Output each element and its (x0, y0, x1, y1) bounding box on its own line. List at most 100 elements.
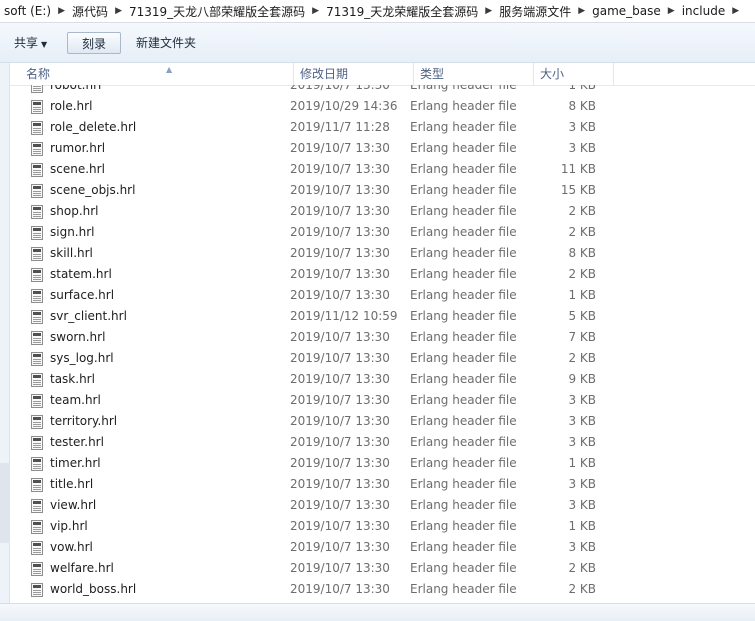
file-type: Erlang header file (410, 246, 517, 260)
breadcrumb-item[interactable]: 服务端源文件 (495, 3, 575, 20)
column-header-date[interactable]: 修改日期 (294, 63, 414, 85)
file-row[interactable]: rumor.hrl 2019/10/7 13:30 Erlang header fi… (10, 138, 755, 159)
file-row[interactable]: robot.hrl 2019/10/7 13:30 Erlang header fi… (10, 85, 755, 96)
file-type: Erlang header file (410, 204, 517, 218)
file-size: 3 KB (568, 540, 596, 554)
column-date-label: 修改日期 (300, 67, 349, 81)
breadcrumb-separator-icon[interactable]: ▶ (55, 6, 68, 16)
breadcrumb-item[interactable]: 71319_天龙八部荣耀版全套源码 (125, 3, 309, 20)
address-bar[interactable]: soft (E:) ▶ 源代码 ▶ 71319_天龙八部荣耀版全套源码 ▶ 71319_天龙… (0, 0, 755, 23)
breadcrumb-separator-icon[interactable]: ▶ (112, 6, 125, 16)
file-type: Erlang header file (410, 372, 517, 386)
file-row[interactable]: sys_log.hrl 2019/10/7 13:30 Erlang header … (10, 348, 755, 369)
file-row[interactable]: welfare.hrl 2019/10/7 13:30 Erlang header … (10, 558, 755, 579)
column-type-label: 类型 (420, 67, 445, 81)
share-button[interactable]: 共享 ▼ (8, 32, 53, 54)
text-file-icon (31, 85, 43, 93)
file-size: 8 KB (568, 246, 596, 260)
breadcrumb-separator-icon[interactable]: ▶ (575, 6, 588, 16)
file-row[interactable]: scene.hrl 2019/10/7 13:30 Erlang header fi… (10, 159, 755, 180)
file-size: 8 KB (568, 99, 596, 113)
file-date: 2019/10/7 13:30 (290, 351, 390, 365)
file-row[interactable]: team.hrl 2019/10/7 13:30 Erlang header fil… (10, 390, 755, 411)
breadcrumb-item[interactable]: 71319_天龙荣耀版全套源码 (322, 3, 482, 20)
file-row[interactable]: svr_client.hrl 2019/11/12 10:59 Erlang hea… (10, 306, 755, 327)
file-row[interactable]: vow.hrl 2019/10/7 13:30 Erlang header file… (10, 537, 755, 558)
file-row[interactable]: territory.hrl 2019/10/7 13:30 Erlang heade… (10, 411, 755, 432)
file-size: 15 KB (560, 183, 596, 197)
file-type: Erlang header file (410, 85, 517, 92)
breadcrumb-separator-icon[interactable]: ▶ (482, 6, 495, 16)
navigation-pane-edge (0, 63, 10, 603)
file-size: 2 KB (568, 351, 596, 365)
file-name: scene.hrl (50, 162, 105, 176)
file-type: Erlang header file (410, 582, 517, 596)
share-label: 共享 (14, 36, 39, 50)
text-file-icon (31, 142, 43, 156)
file-row[interactable]: statem.hrl 2019/10/7 13:30 Erlang header f… (10, 264, 755, 285)
text-file-icon (31, 100, 43, 114)
breadcrumb-item[interactable]: 源代码 (68, 3, 112, 20)
file-date: 2019/10/7 13:30 (290, 246, 390, 260)
file-type: Erlang header file (410, 519, 517, 533)
breadcrumb-separator-icon[interactable]: ▶ (729, 6, 742, 16)
file-type: Erlang header file (410, 330, 517, 344)
breadcrumb-separator-icon[interactable]: ▶ (665, 6, 678, 16)
file-date: 2019/10/7 13:30 (290, 162, 390, 176)
file-type: Erlang header file (410, 561, 517, 575)
file-row[interactable]: sign.hrl 2019/10/7 13:30 Erlang header fil… (10, 222, 755, 243)
file-date: 2019/10/7 13:30 (290, 519, 390, 533)
file-name: sworn.hrl (50, 330, 106, 344)
file-row[interactable]: shop.hrl 2019/10/7 13:30 Erlang header fil… (10, 201, 755, 222)
text-file-icon (31, 373, 43, 387)
file-size: 5 KB (568, 309, 596, 323)
file-date: 2019/10/7 13:30 (290, 225, 390, 239)
breadcrumb-item[interactable]: soft (E:) (0, 4, 55, 18)
file-name: robot.hrl (50, 85, 102, 92)
burn-button[interactable]: 刻录 (67, 32, 121, 54)
file-date: 2019/11/7 11:28 (290, 120, 390, 134)
file-row[interactable]: skill.hrl 2019/10/7 13:30 Erlang header fi… (10, 243, 755, 264)
file-size: 2 KB (568, 204, 596, 218)
file-name: vow.hrl (50, 540, 93, 554)
file-size: 3 KB (568, 141, 596, 155)
file-row[interactable]: sworn.hrl 2019/10/7 13:30 Erlang header fi… (10, 327, 755, 348)
file-name: sys_log.hrl (50, 351, 114, 365)
file-size: 1 KB (568, 85, 596, 92)
toolbar: 共享 ▼ 刻录 新建文件夹 (0, 23, 755, 63)
text-file-icon (31, 352, 43, 366)
file-date: 2019/10/7 13:30 (290, 85, 390, 92)
file-name: shop.hrl (50, 204, 99, 218)
breadcrumb-separator-icon[interactable]: ▶ (309, 6, 322, 16)
file-size: 7 KB (568, 330, 596, 344)
file-row[interactable]: timer.hrl 2019/10/7 13:30 Erlang header fi… (10, 453, 755, 474)
file-date: 2019/10/7 13:30 (290, 582, 390, 596)
file-date: 2019/10/7 13:30 (290, 288, 390, 302)
file-row[interactable]: title.hrl 2019/10/7 13:30 Erlang header fi… (10, 474, 755, 495)
file-row[interactable]: role_delete.hrl 2019/11/7 11:28 Erlang hea… (10, 117, 755, 138)
file-type: Erlang header file (410, 414, 517, 428)
file-row[interactable]: vip.hrl 2019/10/7 13:30 Erlang header file… (10, 516, 755, 537)
file-row[interactable]: surface.hrl 2019/10/7 13:30 Erlang header … (10, 285, 755, 306)
text-file-icon (31, 289, 43, 303)
file-name: skill.hrl (50, 246, 93, 260)
text-file-icon (31, 562, 43, 576)
nav-scroll-thumb[interactable] (0, 463, 9, 543)
file-name: statem.hrl (50, 267, 112, 281)
file-type: Erlang header file (410, 456, 517, 470)
breadcrumb-item[interactable]: game_base (588, 4, 665, 18)
file-row[interactable]: scene_objs.hrl 2019/10/7 13:30 Erlang head… (10, 180, 755, 201)
breadcrumb-item[interactable]: include (678, 4, 729, 18)
file-name: title.hrl (50, 477, 94, 491)
column-header-name[interactable]: 名称 ▲ (20, 63, 294, 85)
file-row[interactable]: tester.hrl 2019/10/7 13:30 Erlang header f… (10, 432, 755, 453)
text-file-icon (31, 247, 43, 261)
file-type: Erlang header file (410, 120, 517, 134)
file-row[interactable]: role.hrl 2019/10/29 14:36 Erlang header fi… (10, 96, 755, 117)
column-header-size[interactable]: 大小 (534, 63, 614, 85)
file-row[interactable]: view.hrl 2019/10/7 13:30 Erlang header fil… (10, 495, 755, 516)
file-row[interactable]: world_boss.hrl 2019/10/7 13:30 Erlang head… (10, 579, 755, 600)
file-row[interactable]: task.hrl 2019/10/7 13:30 Erlang header fil… (10, 369, 755, 390)
column-header-type[interactable]: 类型 (414, 63, 534, 85)
new-folder-button[interactable]: 新建文件夹 (130, 32, 202, 54)
